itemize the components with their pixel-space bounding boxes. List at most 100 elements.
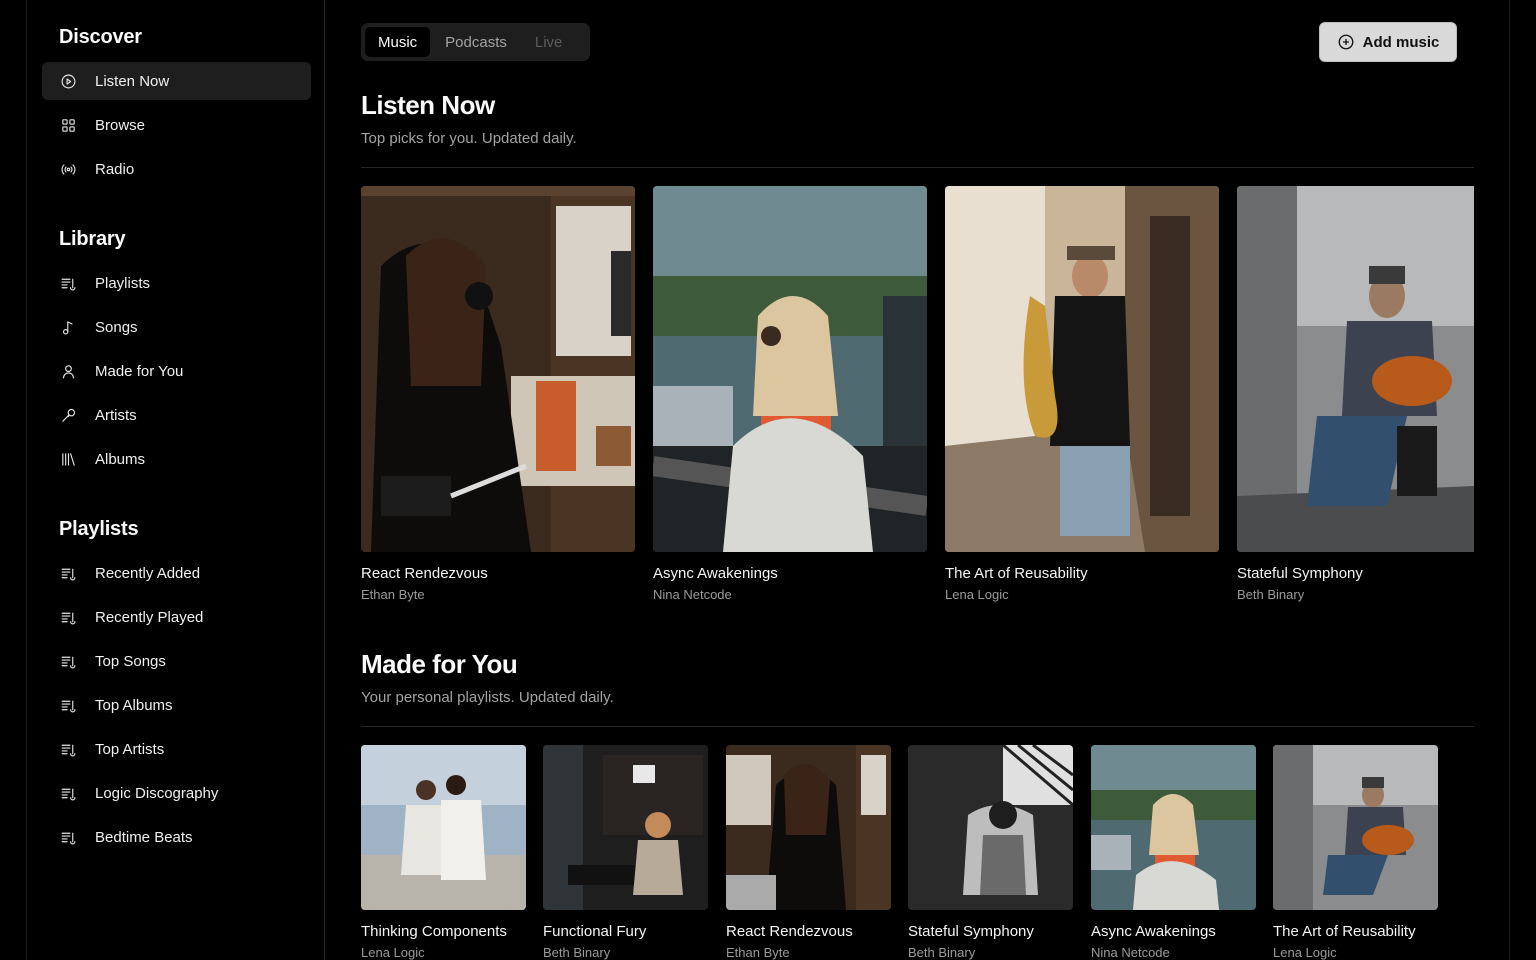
tab-music[interactable]: Music <box>365 27 431 57</box>
playlist-artist: Lena Logic <box>361 945 425 960</box>
main-content: Music Podcasts Live Add music Listen Now… <box>361 0 1511 960</box>
tab-list: Music Podcasts Live <box>361 23 590 61</box>
playlist-artist: Lena Logic <box>1273 945 1337 960</box>
play-circle-icon <box>59 72 77 90</box>
sidebar-item-label: Listen Now <box>95 72 170 90</box>
radio-icon <box>59 160 77 178</box>
sidebar-item-browse[interactable]: Browse <box>42 106 311 144</box>
playlist-icon <box>59 696 77 714</box>
playlist-card[interactable]: React Rendezvous Ethan Byte <box>726 745 891 960</box>
sidebar-item-label: Recently Played <box>95 608 204 626</box>
sidebar-heading-library: Library <box>59 228 126 250</box>
album-artist: Lena Logic <box>945 587 1009 602</box>
playlist-cover-street-guitarist[interactable] <box>1273 745 1438 910</box>
playlist-artist: Beth Binary <box>543 945 611 960</box>
plus-circle-icon <box>1337 33 1355 51</box>
album-card[interactable]: Stateful Symphony Beth Binary <box>1237 186 1474 602</box>
album-title[interactable]: Async Awakenings <box>653 565 927 582</box>
playlist-title[interactable]: Thinking Components <box>361 923 526 940</box>
sidebar-item-top-artists[interactable]: Top Artists <box>42 730 311 768</box>
sidebar: Discover Listen Now Browse Radio Library… <box>27 0 325 960</box>
sidebar-item-label: Artists <box>95 406 137 424</box>
album-cover-blonde-woman-with-headphones[interactable] <box>653 186 927 552</box>
sidebar-item-label: Logic Discography <box>95 784 219 802</box>
section-subtitle-listen-now: Top picks for you. Updated daily. <box>361 130 577 147</box>
playlist-title[interactable]: React Rendezvous <box>726 923 891 940</box>
section-title-listen-now: Listen Now <box>361 90 495 120</box>
sidebar-heading-playlists: Playlists <box>59 518 139 540</box>
sidebar-item-label: Made for You <box>95 362 184 380</box>
sidebar-item-songs[interactable]: Songs <box>42 308 311 346</box>
playlist-icon <box>59 652 77 670</box>
playlist-card[interactable]: Thinking Components Lena Logic <box>361 745 526 960</box>
playlist-title[interactable]: Stateful Symphony <box>908 923 1073 940</box>
playlist-icon <box>59 608 77 626</box>
playlist-card[interactable]: Functional Fury Beth Binary <box>543 745 708 960</box>
sidebar-item-top-songs[interactable]: Top Songs <box>42 642 311 680</box>
add-music-button[interactable]: Add music <box>1319 22 1457 62</box>
music-note-icon <box>59 318 77 336</box>
album-card[interactable]: The Art of Reusability Lena Logic <box>945 186 1219 602</box>
playlist-title[interactable]: Functional Fury <box>543 923 708 940</box>
sidebar-item-playlists[interactable]: Playlists <box>42 264 311 302</box>
album-artist: Nina Netcode <box>653 587 732 602</box>
section-title-made-for-you: Made for You <box>361 649 518 679</box>
sidebar-item-bedtime-beats[interactable]: Bedtime Beats <box>42 818 311 856</box>
sidebar-item-label: Top Artists <box>95 740 165 758</box>
playlist-card[interactable]: Stateful Symphony Beth Binary <box>908 745 1073 960</box>
sidebar-item-top-albums[interactable]: Top Albums <box>42 686 311 724</box>
playlist-card[interactable]: Async Awakenings Nina Netcode <box>1091 745 1256 960</box>
sidebar-item-label: Top Albums <box>95 696 173 714</box>
playlist-icon <box>59 828 77 846</box>
album-cover-street-saxophone-player[interactable] <box>945 186 1219 552</box>
sidebar-item-label: Top Songs <box>95 652 166 670</box>
album-artist: Beth Binary <box>1237 587 1305 602</box>
sidebar-item-label: Albums <box>95 450 146 468</box>
album-card[interactable]: Async Awakenings Nina Netcode <box>653 186 927 602</box>
sidebar-heading-discover: Discover <box>59 26 142 48</box>
sidebar-item-made-for-you[interactable]: Made for You <box>42 352 311 390</box>
playlist-icon <box>59 274 77 292</box>
album-card[interactable]: React Rendezvous Ethan Byte <box>361 186 635 602</box>
sidebar-item-albums[interactable]: Albums <box>42 440 311 478</box>
sidebar-item-recently-played[interactable]: Recently Played <box>42 598 311 636</box>
album-title[interactable]: React Rendezvous <box>361 565 635 582</box>
playlist-cover-blonde-woman-with-headphones[interactable] <box>1091 745 1256 910</box>
playlist-title[interactable]: The Art of Reusability <box>1273 923 1438 940</box>
grid-icon <box>59 116 77 134</box>
sidebar-item-radio[interactable]: Radio <box>42 150 311 188</box>
sidebar-item-label: Recently Added <box>95 564 201 582</box>
sidebar-item-label: Songs <box>95 318 138 336</box>
playlist-icon <box>59 740 77 758</box>
album-cover-woman-with-headphones-and-tablet[interactable] <box>361 186 635 552</box>
playlist-cover-black-and-white-woman-in-chair[interactable] <box>908 745 1073 910</box>
album-title[interactable]: The Art of Reusability <box>945 565 1219 582</box>
playlist-cover-two-people-crouching-outdoors[interactable] <box>361 745 526 910</box>
sidebar-item-label: Bedtime Beats <box>95 828 193 846</box>
tab-podcasts[interactable]: Podcasts <box>432 27 520 57</box>
tab-live: Live <box>534 33 563 51</box>
sidebar-item-label: Playlists <box>95 274 151 292</box>
add-music-label: Add music <box>1362 33 1440 51</box>
section-divider <box>361 726 1474 727</box>
album-cover-street-guitarist[interactable] <box>1237 186 1474 552</box>
sidebar-item-label: Browse <box>95 116 146 134</box>
playlist-artist: Ethan Byte <box>726 945 790 960</box>
playlist-title[interactable]: Async Awakenings <box>1091 923 1256 940</box>
app-window: Discover Listen Now Browse Radio Library… <box>26 0 1510 960</box>
sidebar-item-recently-added[interactable]: Recently Added <box>42 554 311 592</box>
album-artist: Ethan Byte <box>361 587 425 602</box>
album-title[interactable]: Stateful Symphony <box>1237 565 1474 582</box>
playlist-cover-person-playing-piano[interactable] <box>543 745 708 910</box>
playlist-icon <box>59 564 77 582</box>
section-subtitle-made-for-you: Your personal playlists. Updated daily. <box>361 689 614 706</box>
playlist-cover-woman-with-headphones-and-tablet[interactable] <box>726 745 891 910</box>
sidebar-item-artists[interactable]: Artists <box>42 396 311 434</box>
playlist-card[interactable]: The Art of Reusability Lena Logic <box>1273 745 1438 960</box>
playlist-icon <box>59 784 77 802</box>
sidebar-item-logic-discography[interactable]: Logic Discography <box>42 774 311 812</box>
user-icon <box>59 362 77 380</box>
sidebar-item-listen-now[interactable]: Listen Now <box>42 62 311 100</box>
playlist-artist: Nina Netcode <box>1091 945 1170 960</box>
playlist-artist: Beth Binary <box>908 945 976 960</box>
